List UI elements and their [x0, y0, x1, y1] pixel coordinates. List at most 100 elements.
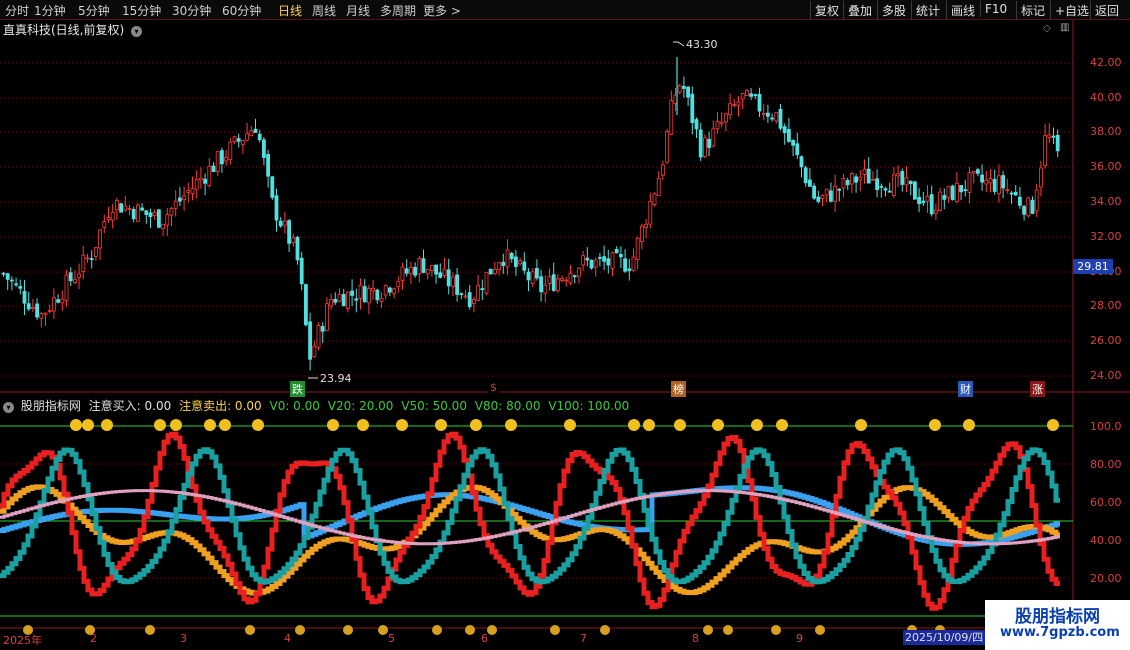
candle-body	[35, 303, 39, 318]
candle-body	[845, 180, 850, 186]
candle-body	[123, 205, 128, 211]
smiley-icon	[674, 419, 686, 431]
candle-body	[471, 299, 476, 304]
candle-body	[959, 185, 963, 193]
candle-body	[396, 281, 401, 287]
indicator-buy-value: 注意买入: 0.00	[88, 399, 172, 413]
candle-body	[18, 286, 23, 289]
candle-body	[656, 177, 661, 196]
candle-body	[619, 254, 623, 258]
smiley-icon	[204, 419, 216, 431]
event-marker-rank[interactable]: 榜	[671, 381, 686, 397]
candle-body	[329, 299, 334, 307]
indicator-name[interactable]: 股朋指标网	[21, 399, 81, 413]
indicator-settings-icon[interactable]: ▾	[3, 402, 14, 413]
candle-body	[131, 208, 136, 220]
candle-body	[854, 176, 858, 183]
candle-body	[282, 220, 287, 226]
candle-body	[610, 252, 615, 269]
smiley-icon	[327, 419, 339, 431]
candle-body	[892, 174, 896, 196]
indicator-sell-value: 注意卖出: 0.00	[179, 399, 262, 413]
candle-body	[761, 112, 766, 115]
candle-body	[719, 121, 724, 125]
candle-body	[665, 131, 669, 163]
candle-body	[866, 168, 871, 184]
candle-body	[278, 220, 283, 227]
candle-body	[711, 128, 716, 147]
price-axis-label: 28.00	[1090, 299, 1122, 312]
candle-body	[442, 268, 447, 276]
candle-body	[921, 200, 926, 204]
candle-body	[917, 196, 921, 205]
candle-body	[203, 178, 208, 184]
indicator-axis-label: 20.00	[1090, 572, 1122, 585]
candle-body	[1001, 175, 1005, 189]
candle-body	[547, 276, 552, 284]
candle-body	[791, 139, 795, 146]
candle-body	[652, 193, 657, 205]
event-marker-fall[interactable]: 跌	[290, 381, 305, 397]
stock-chart[interactable]	[0, 0, 1130, 650]
candle-body	[400, 266, 405, 282]
event-marker-dollar[interactable]: $	[488, 381, 499, 394]
price-axis-label: 26.00	[1090, 334, 1122, 347]
candle-body	[320, 326, 325, 332]
smiley-icon	[82, 419, 94, 431]
candle-body	[997, 175, 1001, 194]
indicator-v0: V0: 0.00	[269, 399, 320, 413]
smiley-icon	[963, 419, 975, 431]
event-marker-rise[interactable]: 涨	[1030, 381, 1045, 397]
candle-body	[177, 197, 182, 202]
candle-body	[39, 313, 44, 319]
candle-body	[589, 259, 594, 269]
candle-body	[694, 119, 699, 130]
candle-body	[669, 100, 674, 135]
candle-body	[467, 292, 472, 308]
candle-body	[219, 150, 224, 165]
smiley-icon	[600, 625, 610, 635]
candle-body	[850, 173, 854, 185]
candle-body	[526, 271, 531, 281]
candle-body	[5, 273, 10, 280]
candle-body	[312, 345, 317, 358]
indicator-v100: V100: 100.00	[548, 399, 630, 413]
candle-body	[228, 141, 233, 160]
smiley-icon	[712, 419, 724, 431]
candle-body	[316, 325, 321, 348]
candle-body	[1022, 206, 1026, 215]
smiley-icon	[465, 625, 475, 635]
candle-body	[560, 277, 564, 281]
candle-body	[245, 133, 250, 141]
candle-body	[728, 103, 732, 115]
candle-body	[535, 268, 539, 279]
candle-body	[934, 209, 938, 214]
candle-body	[375, 289, 380, 301]
candle-body	[455, 274, 460, 295]
candle-body	[198, 177, 203, 181]
candle-body	[1055, 134, 1060, 152]
candle-body	[606, 258, 611, 266]
candle-body	[446, 269, 451, 287]
candle-body	[929, 194, 934, 215]
candle-body	[955, 182, 959, 202]
candle-body	[182, 195, 187, 201]
candle-body	[291, 237, 296, 244]
smiley-icon	[703, 625, 713, 635]
smiley-icon	[550, 625, 560, 635]
smiley-icon	[396, 419, 408, 431]
smiley-icon	[432, 625, 442, 635]
indicator-axis-label: 80.00	[1090, 458, 1122, 471]
candle-body	[816, 196, 821, 202]
high-price-pointer	[673, 41, 685, 47]
candle-body	[186, 190, 191, 193]
candle-body	[266, 154, 271, 177]
event-marker-finance[interactable]: 财	[958, 381, 973, 397]
indicator-title-bar: ▾ 股朋指标网 注意买入: 0.00 注意卖出: 0.00 V0: 0.00 V…	[3, 397, 629, 414]
candle-body	[1018, 196, 1022, 206]
smiley-icon	[771, 625, 781, 635]
candle-body	[270, 176, 275, 198]
candle-body	[362, 286, 367, 303]
candle-body	[631, 256, 636, 271]
candle-body	[1034, 189, 1039, 212]
